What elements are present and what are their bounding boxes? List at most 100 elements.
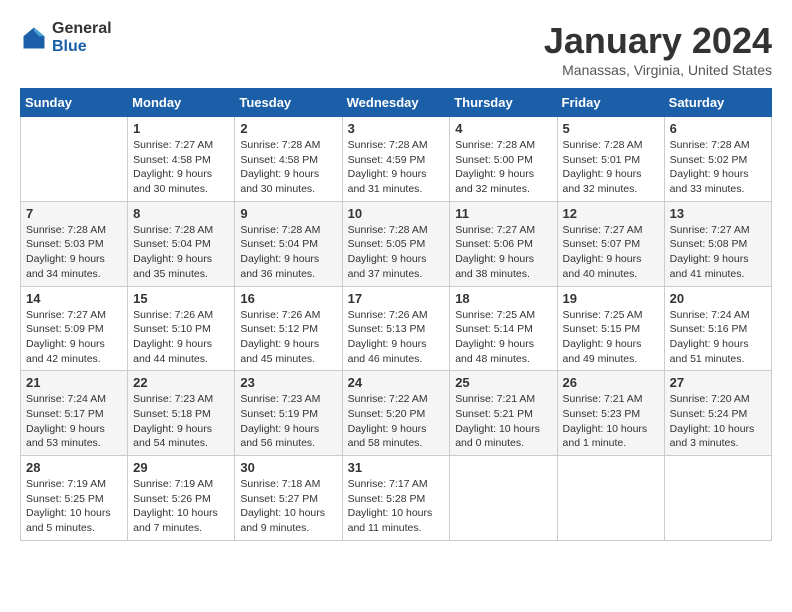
- day-number: 20: [670, 291, 766, 306]
- day-info: Sunrise: 7:20 AMSunset: 5:24 PMDaylight:…: [670, 392, 766, 451]
- day-number: 22: [133, 375, 229, 390]
- month-title: January 2024: [544, 20, 772, 62]
- day-number: 24: [348, 375, 445, 390]
- calendar-cell: 27 Sunrise: 7:20 AMSunset: 5:24 PMDayligh…: [664, 371, 771, 456]
- calendar-header-monday: Monday: [128, 89, 235, 117]
- calendar-week-row: 14 Sunrise: 7:27 AMSunset: 5:09 PMDayligh…: [21, 286, 772, 371]
- logo-text: General Blue: [52, 20, 112, 55]
- day-info: Sunrise: 7:28 AMSunset: 5:00 PMDaylight:…: [455, 138, 551, 197]
- calendar-cell: 28 Sunrise: 7:19 AMSunset: 5:25 PMDayligh…: [21, 456, 128, 541]
- calendar-cell: 13 Sunrise: 7:27 AMSunset: 5:08 PMDayligh…: [664, 201, 771, 286]
- calendar-cell: 1 Sunrise: 7:27 AMSunset: 4:58 PMDaylight…: [128, 117, 235, 202]
- day-info: Sunrise: 7:28 AMSunset: 5:01 PMDaylight:…: [563, 138, 659, 197]
- calendar-cell: 12 Sunrise: 7:27 AMSunset: 5:07 PMDayligh…: [557, 201, 664, 286]
- calendar-cell: 2Sunrise: 7:28 AMSunset: 4:58 PMDaylight…: [235, 117, 342, 202]
- day-info: Sunrise: 7:19 AMSunset: 5:25 PMDaylight:…: [26, 477, 122, 536]
- day-number: 10: [348, 206, 445, 221]
- day-number: 14: [26, 291, 122, 306]
- day-number: 13: [670, 206, 766, 221]
- calendar-cell: 20Sunrise: 7:24 AMSunset: 5:16 PMDayligh…: [664, 286, 771, 371]
- day-number: 27: [670, 375, 766, 390]
- day-info: Sunrise: 7:24 AMSunset: 5:17 PMDaylight:…: [26, 392, 122, 451]
- day-info: Sunrise: 7:19 AMSunset: 5:26 PMDaylight:…: [133, 477, 229, 536]
- day-info: Sunrise: 7:28 AMSunset: 5:05 PMDaylight:…: [348, 223, 445, 282]
- day-info: Sunrise: 7:27 AMSunset: 5:08 PMDaylight:…: [670, 223, 766, 282]
- calendar-cell: 5 Sunrise: 7:28 AMSunset: 5:01 PMDaylight…: [557, 117, 664, 202]
- day-info: Sunrise: 7:28 AMSunset: 5:04 PMDaylight:…: [240, 223, 336, 282]
- calendar-week-row: 28 Sunrise: 7:19 AMSunset: 5:25 PMDayligh…: [21, 456, 772, 541]
- day-info: Sunrise: 7:22 AMSunset: 5:20 PMDaylight:…: [348, 392, 445, 451]
- day-info: Sunrise: 7:27 AMSunset: 5:09 PMDaylight:…: [26, 308, 122, 367]
- calendar-cell: [21, 117, 128, 202]
- day-info: Sunrise: 7:17 AMSunset: 5:28 PMDaylight:…: [348, 477, 445, 536]
- day-number: 5: [563, 121, 659, 136]
- day-number: 7: [26, 206, 122, 221]
- calendar-cell: 26 Sunrise: 7:21 AMSunset: 5:23 PMDayligh…: [557, 371, 664, 456]
- logo: General Blue: [20, 20, 112, 55]
- calendar-cell: 25 Sunrise: 7:21 AMSunset: 5:21 PMDayligh…: [450, 371, 557, 456]
- calendar-cell: 3Sunrise: 7:28 AMSunset: 4:59 PMDaylight…: [342, 117, 450, 202]
- day-number: 25: [455, 375, 551, 390]
- day-info: Sunrise: 7:26 AMSunset: 5:12 PMDaylight:…: [240, 308, 336, 367]
- calendar-cell: 21 Sunrise: 7:24 AMSunset: 5:17 PMDayligh…: [21, 371, 128, 456]
- location-title: Manassas, Virginia, United States: [544, 62, 772, 78]
- day-number: 6: [670, 121, 766, 136]
- calendar-cell: 14 Sunrise: 7:27 AMSunset: 5:09 PMDayligh…: [21, 286, 128, 371]
- day-info: Sunrise: 7:27 AMSunset: 5:06 PMDaylight:…: [455, 223, 551, 282]
- day-number: 26: [563, 375, 659, 390]
- day-number: 4: [455, 121, 551, 136]
- calendar-header-thursday: Thursday: [450, 89, 557, 117]
- day-number: 1: [133, 121, 229, 136]
- calendar-week-row: 7 Sunrise: 7:28 AMSunset: 5:03 PMDaylight…: [21, 201, 772, 286]
- day-number: 3: [348, 121, 445, 136]
- day-info: Sunrise: 7:28 AMSunset: 5:04 PMDaylight:…: [133, 223, 229, 282]
- calendar-cell: 16 Sunrise: 7:26 AMSunset: 5:12 PMDayligh…: [235, 286, 342, 371]
- calendar-cell: [557, 456, 664, 541]
- day-number: 12: [563, 206, 659, 221]
- day-number: 8: [133, 206, 229, 221]
- day-number: 28: [26, 460, 122, 475]
- calendar-header-wednesday: Wednesday: [342, 89, 450, 117]
- calendar-cell: [450, 456, 557, 541]
- calendar: SundayMondayTuesdayWednesdayThursdayFrid…: [20, 88, 772, 541]
- day-info: Sunrise: 7:21 AMSunset: 5:21 PMDaylight:…: [455, 392, 551, 451]
- calendar-cell: 29Sunrise: 7:19 AMSunset: 5:26 PMDayligh…: [128, 456, 235, 541]
- calendar-cell: 30Sunrise: 7:18 AMSunset: 5:27 PMDayligh…: [235, 456, 342, 541]
- day-info: Sunrise: 7:28 AMSunset: 4:58 PMDaylight:…: [240, 138, 336, 197]
- calendar-cell: 9 Sunrise: 7:28 AMSunset: 5:04 PMDaylight…: [235, 201, 342, 286]
- day-number: 15: [133, 291, 229, 306]
- day-number: 23: [240, 375, 336, 390]
- day-number: 21: [26, 375, 122, 390]
- calendar-cell: 11Sunrise: 7:27 AMSunset: 5:06 PMDayligh…: [450, 201, 557, 286]
- day-info: Sunrise: 7:25 AMSunset: 5:15 PMDaylight:…: [563, 308, 659, 367]
- day-info: Sunrise: 7:27 AMSunset: 4:58 PMDaylight:…: [133, 138, 229, 197]
- calendar-cell: 6Sunrise: 7:28 AMSunset: 5:02 PMDaylight…: [664, 117, 771, 202]
- calendar-cell: 18Sunrise: 7:25 AMSunset: 5:14 PMDayligh…: [450, 286, 557, 371]
- calendar-cell: 19Sunrise: 7:25 AMSunset: 5:15 PMDayligh…: [557, 286, 664, 371]
- calendar-cell: 10 Sunrise: 7:28 AMSunset: 5:05 PMDayligh…: [342, 201, 450, 286]
- logo-general-text: General: [52, 20, 112, 38]
- calendar-header-tuesday: Tuesday: [235, 89, 342, 117]
- calendar-cell: 31Sunrise: 7:17 AMSunset: 5:28 PMDayligh…: [342, 456, 450, 541]
- day-number: 16: [240, 291, 336, 306]
- day-info: Sunrise: 7:21 AMSunset: 5:23 PMDaylight:…: [563, 392, 659, 451]
- calendar-header-row: SundayMondayTuesdayWednesdayThursdayFrid…: [21, 89, 772, 117]
- calendar-cell: 24 Sunrise: 7:22 AMSunset: 5:20 PMDayligh…: [342, 371, 450, 456]
- calendar-cell: 7 Sunrise: 7:28 AMSunset: 5:03 PMDaylight…: [21, 201, 128, 286]
- day-number: 9: [240, 206, 336, 221]
- day-info: Sunrise: 7:27 AMSunset: 5:07 PMDaylight:…: [563, 223, 659, 282]
- logo-icon: [20, 24, 48, 52]
- day-info: Sunrise: 7:28 AMSunset: 5:03 PMDaylight:…: [26, 223, 122, 282]
- calendar-cell: [664, 456, 771, 541]
- day-number: 30: [240, 460, 336, 475]
- calendar-week-row: 1 Sunrise: 7:27 AMSunset: 4:58 PMDaylight…: [21, 117, 772, 202]
- calendar-header-sunday: Sunday: [21, 89, 128, 117]
- day-info: Sunrise: 7:26 AMSunset: 5:10 PMDaylight:…: [133, 308, 229, 367]
- day-number: 18: [455, 291, 551, 306]
- calendar-cell: 4 Sunrise: 7:28 AMSunset: 5:00 PMDaylight…: [450, 117, 557, 202]
- calendar-week-row: 21 Sunrise: 7:24 AMSunset: 5:17 PMDayligh…: [21, 371, 772, 456]
- calendar-cell: 15 Sunrise: 7:26 AMSunset: 5:10 PMDayligh…: [128, 286, 235, 371]
- logo-blue-text: Blue: [52, 38, 112, 56]
- day-number: 17: [348, 291, 445, 306]
- calendar-header-friday: Friday: [557, 89, 664, 117]
